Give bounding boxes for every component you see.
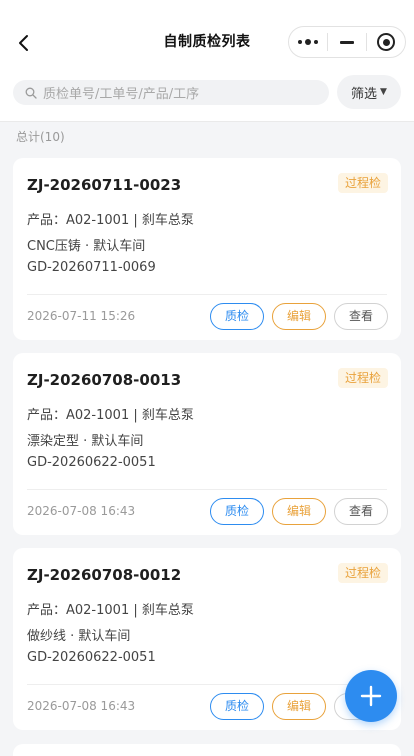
inspect-button[interactable]: 质检 [210, 498, 264, 525]
card-divider [27, 489, 387, 490]
filter-button[interactable]: 筛选 ▼ [337, 75, 401, 109]
edit-button[interactable]: 编辑 [272, 303, 326, 330]
work-order-number: GD-20260711-0069 [27, 260, 156, 275]
more-dots-icon [298, 39, 318, 45]
work-order-number: GD-20260622-0051 [27, 455, 156, 470]
close-button[interactable] [367, 27, 405, 57]
minimize-button[interactable] [328, 27, 366, 57]
card-divider [27, 294, 387, 295]
inspection-code: ZJ-20260711-0023 [27, 176, 182, 194]
status-badge: 过程检 [337, 173, 388, 193]
inspection-code: ZJ-20260708-0013 [27, 371, 182, 389]
inspection-card-partial[interactable] [13, 744, 401, 756]
filter-label: 筛选 [351, 86, 378, 102]
product-info: 产品：A02-1001 | 刹车总泵 [27, 603, 194, 618]
minus-icon [340, 40, 354, 44]
inspection-date: 2026-07-08 16:43 [27, 699, 136, 713]
edit-button[interactable]: 编辑 [272, 693, 326, 720]
search-icon [25, 87, 37, 99]
process-info: 做纱线 · 默认车间 [27, 629, 131, 644]
inspection-date: 2026-07-11 15:26 [27, 309, 136, 323]
inspection-date: 2026-07-08 16:43 [27, 504, 136, 518]
edit-button[interactable]: 编辑 [272, 498, 326, 525]
mini-program-capsule [288, 26, 406, 58]
view-button[interactable]: 查看 [334, 498, 388, 525]
inspection-card[interactable]: ZJ-20260708-0013 过程检 产品：A02-1001 | 刹车总泵 … [13, 353, 401, 535]
status-badge: 过程检 [337, 368, 388, 388]
status-badge: 过程检 [337, 563, 388, 583]
work-order-number: GD-20260622-0051 [27, 650, 156, 665]
search-input[interactable]: 质检单号/工单号/产品/工序 [13, 80, 329, 105]
process-info: 漂染定型 · 默认车间 [27, 434, 144, 449]
inspection-code: ZJ-20260708-0012 [27, 566, 182, 584]
search-placeholder: 质检单号/工单号/产品/工序 [43, 87, 200, 102]
more-button[interactable] [289, 27, 327, 57]
plus-icon [360, 685, 382, 707]
inspect-button[interactable]: 质检 [210, 303, 264, 330]
product-info: 产品：A02-1001 | 刹车总泵 [27, 408, 194, 423]
inspection-card[interactable]: ZJ-20260711-0023 过程检 产品：A02-1001 | 刹车总泵 … [13, 158, 401, 340]
view-button[interactable]: 查看 [334, 303, 388, 330]
process-info: CNC压铸 · 默认车间 [27, 239, 146, 254]
target-circle-icon [377, 33, 395, 51]
inspection-card[interactable]: ZJ-20260708-0012 过程检 产品：A02-1001 | 刹车总泵 … [13, 548, 401, 730]
total-count: 总计(10) [16, 130, 65, 144]
add-inspection-button[interactable] [345, 670, 397, 722]
product-info: 产品：A02-1001 | 刹车总泵 [27, 213, 194, 228]
navigation-bar: 自制质检列表 [0, 0, 414, 70]
inspect-button[interactable]: 质检 [210, 693, 264, 720]
caret-down-icon: ▼ [380, 87, 387, 97]
search-bar: 质检单号/工单号/产品/工序 筛选 ▼ [0, 70, 414, 122]
card-divider [27, 684, 387, 685]
